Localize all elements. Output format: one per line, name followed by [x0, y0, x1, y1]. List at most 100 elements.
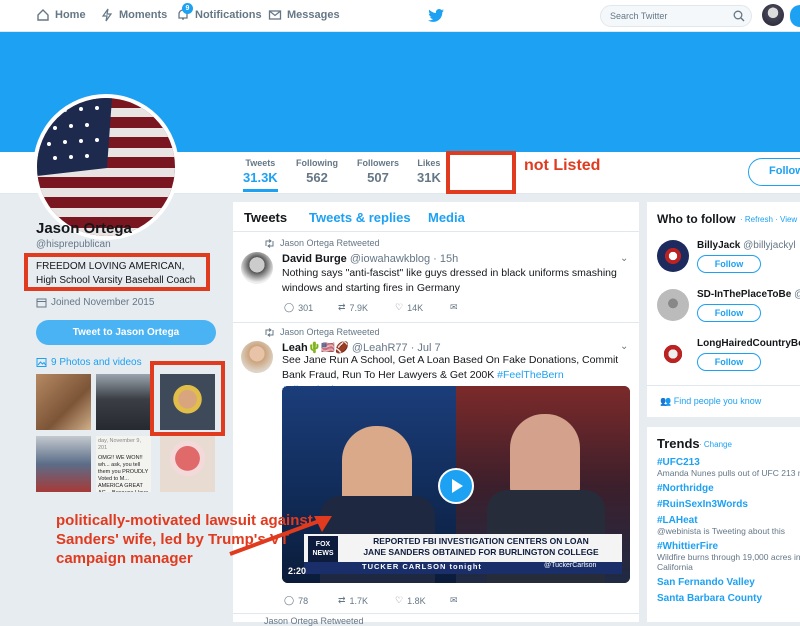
retweet-icon — [265, 327, 274, 337]
tweet-actions: ◯ 78 — [284, 595, 312, 606]
stat-value: 31K — [417, 170, 441, 185]
follow-suggestion-name[interactable]: SD-InThePlaceToBe @S — [697, 289, 800, 300]
photos-videos-link[interactable]: 9 Photos and videos — [36, 357, 142, 368]
envelope-icon[interactable]: ✉ — [450, 595, 458, 606]
follow-suggestion-button[interactable]: Follow — [697, 255, 761, 273]
stat-followers[interactable]: Followers 507 — [357, 158, 399, 185]
tweet-author: David Burge — [282, 253, 347, 265]
follow-button[interactable]: Follow — [748, 158, 800, 186]
trend-item[interactable]: #WhittierFire Wildfire burns through 19,0… — [657, 541, 800, 572]
play-icon — [452, 479, 463, 493]
user-avatar[interactable] — [762, 4, 784, 26]
tab-tweets-replies[interactable]: Tweets & replies — [309, 210, 411, 225]
stat-likes[interactable]: Likes 31K — [417, 158, 441, 185]
envelope-icon — [268, 10, 282, 20]
trend-item[interactable]: San Fernando Valley — [657, 577, 800, 588]
nav-notifications-label: Notifications — [195, 9, 262, 21]
chevron-down-icon[interactable]: ⌄ — [620, 253, 628, 264]
find-people-link[interactable]: 👥 Find people you know — [660, 396, 761, 407]
annotation-not-listed: not Listed — [524, 157, 601, 174]
trend-tag: #WhittierFire — [657, 541, 719, 552]
media-thumbnail[interactable] — [36, 436, 91, 492]
tweet-actions: ⇄ 7.9K — [338, 302, 372, 313]
follow-suggestion-button[interactable]: Follow — [697, 304, 761, 322]
envelope-icon[interactable]: ✉ — [450, 302, 458, 313]
search-input[interactable]: Search Twitter — [600, 5, 752, 27]
trend-item[interactable]: #RuinSexIn3Words — [657, 499, 800, 510]
stat-label: Followers — [357, 158, 400, 168]
trend-tag: Santa Barbara County — [657, 593, 763, 604]
annotation-arrow-icon — [229, 516, 332, 556]
media-thumbnail[interactable] — [36, 374, 91, 430]
retweet-text: Jason Ortega Retweeted — [280, 238, 380, 248]
divider — [233, 613, 639, 614]
follow-suggestion-avatar[interactable] — [657, 240, 689, 272]
profile-handle[interactable]: @hisprepublican — [36, 239, 111, 250]
image-icon — [36, 358, 47, 367]
follow-suggestion-name[interactable]: BillyJack @billyjackyl — [697, 240, 796, 251]
home-icon — [37, 9, 49, 21]
search-placeholder: Search Twitter — [610, 11, 668, 21]
retweet-text: Jason Ortega Retweeted — [264, 616, 364, 626]
search-icon[interactable] — [733, 10, 745, 22]
chevron-down-icon[interactable]: ⌄ — [620, 341, 628, 352]
trends-change[interactable]: · Change — [699, 440, 732, 449]
twitter-bird-logo-icon[interactable] — [428, 9, 444, 22]
suggestion-name: SD-InThePlaceToBe — [697, 289, 792, 300]
reply-icon[interactable]: ◯ — [284, 302, 294, 313]
tab-tweets[interactable]: Tweets — [244, 210, 287, 225]
suggestion-handle: @billyjackyl — [743, 240, 796, 251]
tweet-to-button[interactable]: Tweet to Jason Ortega — [36, 320, 216, 345]
annotation-box-lists — [446, 151, 516, 194]
tweet-avatar[interactable] — [241, 252, 273, 284]
profile-name[interactable]: Jason Ortega — [36, 220, 132, 237]
tweet-header[interactable]: David Burge @iowahawkblog · 15h — [282, 253, 458, 265]
tab-media[interactable]: Media — [428, 210, 465, 225]
nav-home[interactable]: Home — [36, 8, 86, 22]
video-headline-line2: JANE SANDERS OBTAINED FOR BURLINGTON COL… — [363, 547, 599, 557]
profile-picture[interactable] — [33, 94, 179, 240]
trends-title: Trends — [657, 436, 700, 451]
retweet-icon[interactable]: ⇄ — [338, 302, 346, 313]
trend-context: Wildfire burns through 19,000 acres in C… — [657, 552, 800, 572]
trend-item[interactable]: #UFC213 Amanda Nunes pulls out of UFC 213… — [657, 457, 800, 478]
video-show-handle: @TuckerCarlson — [544, 562, 597, 569]
trend-tag: #RuinSexIn3Words — [657, 499, 748, 510]
reply-icon[interactable]: ◯ — [284, 595, 294, 606]
follow-suggestion-button[interactable]: Follow — [697, 353, 761, 371]
stat-following[interactable]: Following 562 — [296, 158, 338, 185]
joined-text: Joined November 2015 — [51, 297, 155, 308]
profile-bio: FREEDOM LOVING AMERICAN, High School Var… — [24, 253, 210, 291]
retweet-icon — [265, 238, 274, 248]
annotation-box-photo — [150, 361, 225, 436]
media-thumbnail[interactable]: day, November 9, 201 OMG!! WE WON!! wh...… — [96, 436, 151, 492]
find-people-label: Find people you know — [673, 396, 762, 406]
trend-item[interactable]: #Northridge — [657, 483, 800, 494]
notification-count-badge: 9 — [182, 3, 193, 14]
tweet-actions: ♡ 1.8K — [395, 595, 430, 606]
video-person-right — [510, 414, 580, 498]
trend-item[interactable]: Santa Barbara County — [657, 593, 800, 604]
retweet-indicator: Jason Ortega Retweeted — [264, 238, 380, 248]
like-count: 1.8K — [407, 595, 426, 606]
video-headline-line1: REPORTED FBI INVESTIGATION CENTERS ON LO… — [373, 536, 589, 546]
follow-suggestion-avatar[interactable] — [657, 338, 689, 370]
tweet-actions: ⇄ 1.7K — [338, 595, 372, 606]
who-to-follow-refresh[interactable]: · Refresh · View — [740, 215, 797, 224]
video-show-name: TUCKER CARLSON tonight — [362, 562, 482, 571]
nav-moments[interactable]: Moments — [100, 8, 167, 22]
tweet-avatar[interactable] — [241, 341, 273, 373]
play-button[interactable] — [438, 468, 474, 504]
follow-suggestion-name[interactable]: LongHairedCountryBo — [697, 338, 800, 349]
retweet-indicator: Jason Ortega Retweeted — [264, 327, 380, 337]
heart-icon[interactable]: ♡ — [395, 595, 403, 606]
trend-context: Amanda Nunes pulls out of UFC 213 m — [657, 468, 800, 478]
retweet-icon[interactable]: ⇄ — [338, 595, 346, 606]
trend-item[interactable]: #LAHeat @webinista is Tweeting about this — [657, 515, 800, 536]
media-thumbnail[interactable] — [96, 374, 151, 430]
nav-messages[interactable]: Messages — [268, 8, 340, 22]
stat-tweets[interactable]: Tweets 31.3K — [243, 158, 278, 192]
follow-suggestion-avatar[interactable] — [657, 289, 689, 321]
heart-icon[interactable]: ♡ — [395, 302, 403, 313]
media-thumbnail[interactable] — [160, 436, 215, 492]
